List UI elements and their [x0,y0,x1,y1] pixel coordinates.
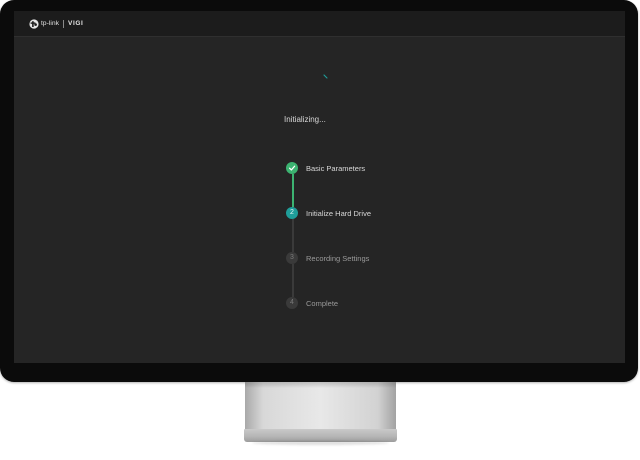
monitor-bezel: tp-link VIGI Initializing... Basic Param… [0,0,638,382]
top-bar: tp-link VIGI [14,11,625,37]
base-shadow [252,441,389,445]
step-4-label: Complete [306,298,339,308]
step-initialize-hard-drive: 2 Initialize Hard Drive [286,206,371,220]
tp-link-logo-icon [29,18,39,29]
step-2-label: Initialize Hard Drive [306,208,372,218]
status-text: Initializing... [284,115,326,124]
step-1-indicator [286,162,298,174]
product-name: VIGI [68,20,84,27]
step-4-indicator: 4 [286,297,298,309]
step-3-label: Recording Settings [306,253,370,263]
loading-spinner-icon [323,74,328,79]
step-complete: 4 Complete [286,296,338,310]
screen: tp-link VIGI Initializing... Basic Param… [14,11,625,363]
step-basic-parameters: Basic Parameters [286,161,365,175]
step-3-indicator: 3 [286,252,298,264]
step-connector-3 [292,264,294,297]
logo: tp-link VIGI [29,17,83,30]
setup-stepper: Basic Parameters 2 Initialize Hard Drive… [286,161,486,321]
step-connector-2 [292,219,294,252]
step-2-indicator: 2 [286,207,298,219]
step-connector-1 [292,174,294,207]
logo-divider [63,19,65,28]
stand-shadow [245,382,396,388]
brand-name: tp-link [41,20,60,27]
monitor-stand-neck [245,382,396,429]
step-recording-settings: 3 Recording Settings [286,251,369,265]
step-1-label: Basic Parameters [306,163,366,173]
checkmark-icon [288,165,296,171]
